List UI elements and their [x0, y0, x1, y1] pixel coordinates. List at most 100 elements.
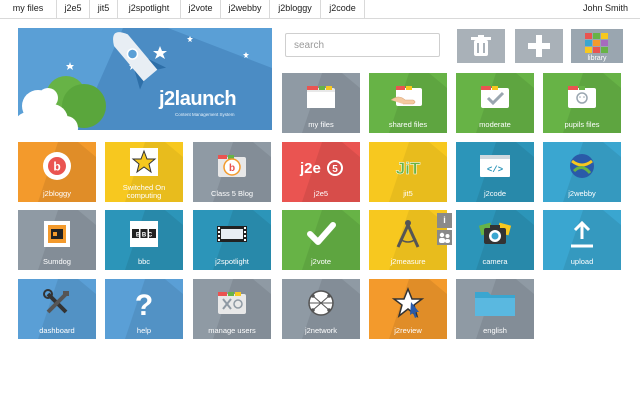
tile-label: j2network	[304, 326, 338, 335]
nav-j2bloggy[interactable]: j2bloggy	[270, 0, 321, 18]
tile-j2network[interactable]: j2network	[282, 279, 360, 339]
library-button[interactable]: library	[571, 29, 623, 63]
library-label: library	[587, 55, 607, 62]
tile-label: j2measure	[390, 257, 426, 266]
compass-icon	[396, 220, 420, 248]
j2e5-num-text: 5	[332, 164, 338, 175]
tile-pupils-files[interactable]: pupils files	[543, 73, 621, 133]
nav-j2vote[interactable]: j2vote	[181, 0, 221, 18]
tile-dashboard[interactable]: dashboard	[18, 279, 96, 339]
folder-icon	[307, 86, 335, 108]
tile-upload[interactable]: upload	[543, 210, 621, 270]
trash-icon	[471, 35, 491, 56]
manage-users-folder-icon	[218, 292, 246, 314]
tile-label: camera	[482, 257, 508, 266]
tile-label-line2: computing	[126, 191, 162, 200]
blog-icon: b	[218, 155, 246, 177]
j2launch-banner[interactable]: j2launch Content Management System	[18, 28, 272, 130]
tile-label: my files	[308, 120, 334, 129]
film-strip-icon	[217, 226, 247, 242]
top-nav: my files j2e5 jit5 j2spotlight j2vote j2…	[0, 0, 640, 19]
help-glyph: ?	[135, 289, 153, 320]
shared-folder-icon	[391, 86, 422, 106]
tile-j2webby[interactable]: j2webby	[543, 142, 621, 202]
tile-j2review[interactable]: j2review	[369, 279, 447, 339]
tile-label: j2e5	[313, 189, 329, 198]
tile-j2bloggy[interactable]: b j2bloggy	[18, 142, 96, 202]
svg-text:b: b	[229, 163, 235, 174]
review-star-icon	[391, 286, 425, 318]
tile-label: pupils files	[564, 120, 600, 129]
svg-text:b: b	[53, 160, 60, 174]
tile-j2spotlight[interactable]: j2spotlight	[193, 210, 271, 270]
tile-j2code[interactable]: </> j2code	[456, 142, 534, 202]
j2bloggy-icon: b	[43, 152, 71, 180]
tile-label: shared files	[388, 120, 428, 129]
tile-switched-on-computing[interactable]: Switched On computing	[105, 142, 183, 202]
tile-label: j2webby	[568, 189, 596, 198]
nav-jit5[interactable]: jit5	[90, 0, 118, 18]
tile-shared-files[interactable]: shared files	[369, 73, 447, 133]
tile-my-files[interactable]: my files	[282, 73, 360, 133]
tile-label: help	[136, 326, 152, 335]
tile-j2e5[interactable]: j2e 5 j2e5	[282, 142, 360, 202]
tile-english[interactable]: english	[456, 279, 534, 339]
tile-class-5-blog[interactable]: b Class 5 Blog	[193, 142, 271, 202]
tile-label: bbc	[137, 257, 151, 266]
tile-label: upload	[570, 257, 594, 266]
bbc-icon: B B C	[130, 221, 158, 247]
nav-j2spotlight[interactable]: j2spotlight	[118, 0, 181, 18]
network-globe-icon	[308, 290, 334, 316]
sumdog-icon	[44, 221, 70, 247]
tile-label: j2code	[483, 189, 507, 198]
tile-label: j2bloggy	[43, 189, 71, 198]
tile-label: english	[483, 326, 507, 335]
users-icon[interactable]	[437, 230, 452, 245]
jit-icon: JiT	[395, 159, 421, 179]
bbc-text: B B C	[136, 233, 153, 239]
nav-j2e5[interactable]: j2e5	[57, 0, 90, 18]
tools-icon	[43, 289, 69, 314]
info-icon[interactable]: i	[437, 213, 452, 228]
checkmark-icon	[307, 222, 336, 245]
plus-icon	[528, 35, 550, 57]
tile-label: j2review	[394, 326, 422, 335]
trash-button[interactable]	[457, 29, 505, 63]
tile-jit5[interactable]: JiT jit5	[369, 142, 447, 202]
nav-my-files[interactable]: my files	[0, 0, 57, 18]
tile-sumdog[interactable]: Sumdog	[18, 210, 96, 270]
pupils-folder-icon	[568, 86, 596, 108]
library-grid-icon	[585, 33, 608, 53]
tile-camera[interactable]: camera	[456, 210, 534, 270]
search-input[interactable]	[285, 33, 440, 57]
code-window-icon: </>	[480, 155, 510, 177]
user-name[interactable]: John Smith	[583, 0, 628, 18]
tile-label: manage users	[208, 326, 256, 335]
tile-label: j2vote	[310, 257, 331, 266]
add-button[interactable]	[515, 29, 563, 63]
svg-text:</>: </>	[487, 165, 503, 175]
nav-j2code[interactable]: j2code	[321, 0, 365, 18]
nav-j2webby[interactable]: j2webby	[221, 0, 270, 18]
tile-label: Class 5 Blog	[210, 189, 254, 198]
tile-moderate[interactable]: moderate	[456, 73, 534, 133]
banner-subtitle: Content Management System	[175, 112, 235, 117]
tile-j2vote[interactable]: j2vote	[282, 210, 360, 270]
banner-title: j2launch	[159, 88, 237, 110]
folder-icon	[475, 292, 515, 316]
j2e5-icon: j2e 5	[299, 160, 343, 177]
webby-globe-icon	[570, 154, 594, 178]
tile-manage-users[interactable]: manage users	[193, 279, 271, 339]
tile-label: moderate	[479, 120, 511, 129]
tile-label: Sumdog	[43, 257, 71, 266]
moderate-check-icon	[481, 86, 509, 108]
tile-label: dashboard	[39, 326, 75, 335]
upload-arrow-icon	[571, 220, 593, 248]
tile-bbc[interactable]: B B C bbc	[105, 210, 183, 270]
tile-help[interactable]: ? help	[105, 279, 183, 339]
star-icon	[130, 148, 158, 176]
tile-j2measure[interactable]: j2measure	[369, 210, 447, 270]
camera-icon	[478, 222, 512, 244]
jit-text: JiT	[396, 159, 421, 178]
question-mark-icon: ?	[135, 289, 153, 320]
